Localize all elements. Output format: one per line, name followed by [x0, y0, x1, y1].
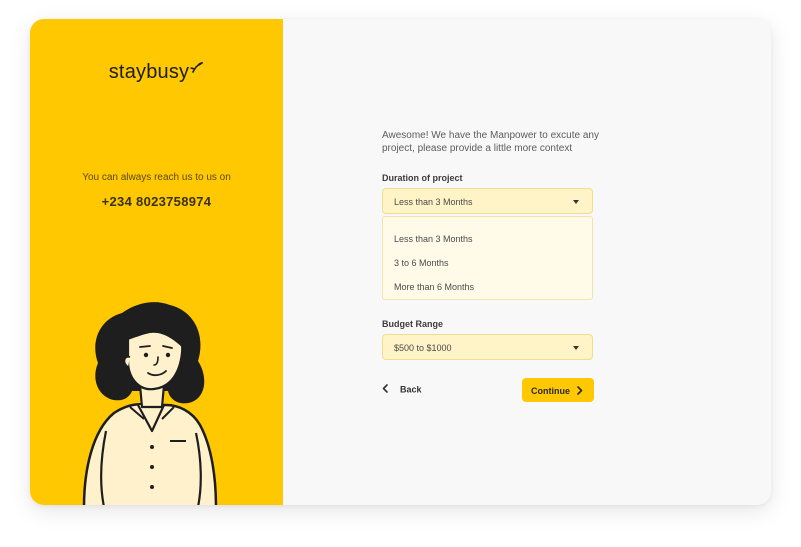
chevron-down-icon [573, 200, 579, 204]
budget-selected-value: $500 to $1000 [394, 343, 452, 353]
duration-label: Duration of project [382, 173, 463, 183]
contact-prompt: You can always reach us to us on [82, 172, 231, 183]
duration-option[interactable]: More than 6 Months [394, 282, 474, 292]
duration-option[interactable]: Less than 3 Months [394, 234, 473, 244]
duration-selected-value: Less than 3 Months [394, 197, 473, 207]
onboarding-card: staybusy You can always reach us to us o… [30, 19, 771, 505]
logo-text: staybusy [108, 61, 190, 84]
form-panel: Awesome! We have the Manpower to excute … [283, 19, 771, 505]
duration-select[interactable]: Less than 3 Months [382, 188, 593, 214]
person-illustration [70, 301, 230, 505]
continue-label: Continue [531, 386, 570, 396]
budget-select[interactable]: $500 to $1000 [382, 334, 593, 360]
budget-label: Budget Range [382, 319, 444, 329]
logo[interactable]: staybusy [30, 61, 283, 84]
chevron-down-icon [573, 346, 579, 350]
chevron-left-icon [382, 384, 388, 395]
brand-panel: staybusy You can always reach us to us o… [30, 19, 283, 505]
duration-option[interactable]: 3 to 6 Months [394, 258, 449, 268]
back-button[interactable]: Back [382, 384, 422, 395]
form-intro-text: Awesome! We have the Manpower to excute … [382, 130, 599, 154]
contact-phone[interactable]: +234 8023758974 [30, 194, 283, 209]
leaf-sprout-icon [190, 56, 204, 79]
continue-button[interactable]: Continue [522, 378, 594, 402]
duration-dropdown-menu: Less than 3 Months 3 to 6 Months More th… [382, 216, 593, 300]
back-label: Back [400, 384, 422, 395]
chevron-right-icon [577, 386, 583, 397]
